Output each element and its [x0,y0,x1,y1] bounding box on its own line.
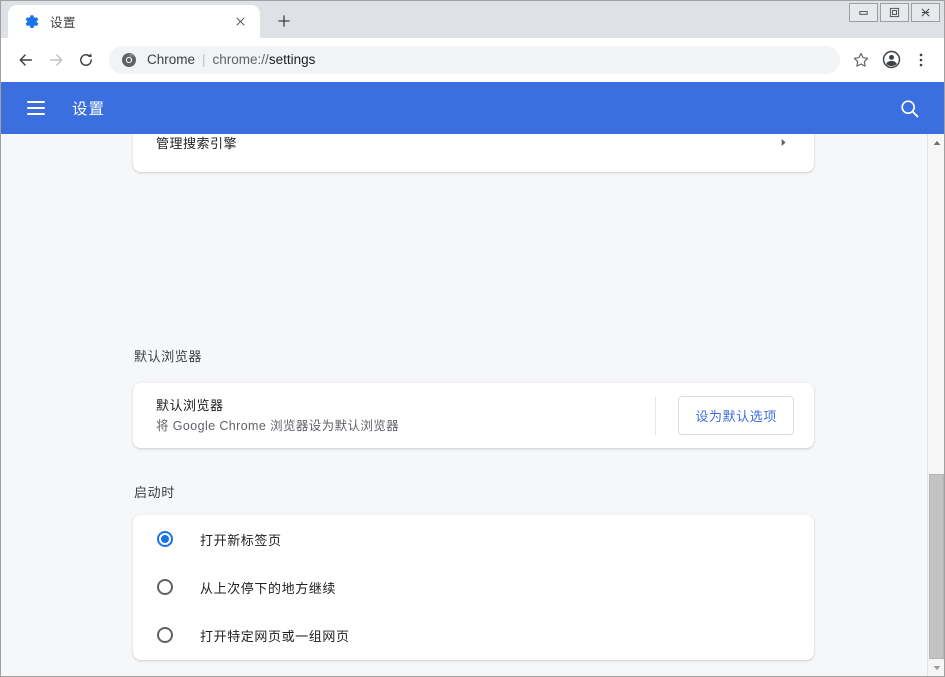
startup-option-continue[interactable]: 从上次停下的地方继续 [133,563,814,611]
browser-menu-icon[interactable] [906,45,936,75]
new-tab-button[interactable] [270,7,298,35]
omnibox-separator: | [202,52,206,67]
page-title: 设置 [72,97,896,119]
manage-search-engines-card: 管理搜索引擎 [133,134,814,172]
omnibox-url: chrome://settings [213,52,316,67]
default-browser-text: 默认浏览器 将 Google Chrome 浏览器设为默认浏览器 [156,397,655,435]
scroll-up-arrow[interactable] [928,134,944,151]
chevron-right-icon [774,134,792,151]
on-startup-section-title: 启动时 [134,482,175,501]
default-browser-card: 默认浏览器 将 Google Chrome 浏览器设为默认浏览器 设为默认选项 [133,383,814,448]
chrome-logo-icon [121,52,137,68]
on-startup-card: 打开新标签页 从上次停下的地方继续 打开特定网页或一组网页 [133,515,814,660]
omnibox-url-path: settings [269,52,316,67]
startup-option-label: 打开新标签页 [200,530,282,549]
address-bar[interactable]: Chrome | chrome://settings [109,46,840,74]
bookmark-star-icon[interactable] [846,45,876,75]
minimize-icon[interactable] [849,3,878,22]
omnibox-scheme-label: Chrome [147,52,195,67]
radio-icon[interactable] [157,579,173,595]
omnibox-url-scheme: chrome:// [213,52,269,67]
forward-icon [41,45,71,75]
startup-option-specific-pages[interactable]: 打开特定网页或一组网页 [133,611,814,659]
scrollbar-thumb[interactable] [929,474,944,659]
divider [655,397,656,435]
menu-icon[interactable] [27,97,49,119]
radio-icon[interactable] [157,627,173,643]
default-browser-title: 默认浏览器 [156,397,655,415]
startup-option-label: 从上次停下的地方继续 [200,578,336,597]
settings-header-bar: 设置 [1,82,944,134]
maximize-icon[interactable] [880,3,909,22]
scroll-down-arrow[interactable] [928,659,944,676]
tab-strip: 设置 [1,1,944,38]
window-controls [847,3,940,22]
startup-option-label: 打开特定网页或一组网页 [200,626,350,645]
default-browser-section-title: 默认浏览器 [134,346,202,365]
set-default-button[interactable]: 设为默认选项 [678,396,794,435]
vertical-scrollbar[interactable] [927,134,944,676]
reload-icon[interactable] [71,45,101,75]
startup-option-new-tab[interactable]: 打开新标签页 [133,515,814,563]
tab-title: 设置 [50,12,230,31]
close-icon[interactable] [230,12,250,32]
browser-window: 设置 [0,0,945,677]
browser-toolbar: Chrome | chrome://settings [1,38,944,82]
default-browser-subtitle: 将 Google Chrome 浏览器设为默认浏览器 [156,417,655,435]
manage-search-engines-row[interactable]: 管理搜索引擎 [133,134,814,172]
settings-content-area: 管理搜索引擎 默认浏览器 默认浏览器 将 Google Chrome 浏览器设为… [1,134,944,676]
back-icon[interactable] [11,45,41,75]
tab-settings[interactable]: 设置 [8,5,260,38]
manage-search-engines-label: 管理搜索引擎 [156,134,774,152]
profile-avatar-icon[interactable] [876,45,906,75]
close-window-icon[interactable] [911,3,940,22]
radio-icon[interactable] [157,531,173,547]
search-icon[interactable] [896,95,922,121]
settings-gear-icon [24,14,40,30]
